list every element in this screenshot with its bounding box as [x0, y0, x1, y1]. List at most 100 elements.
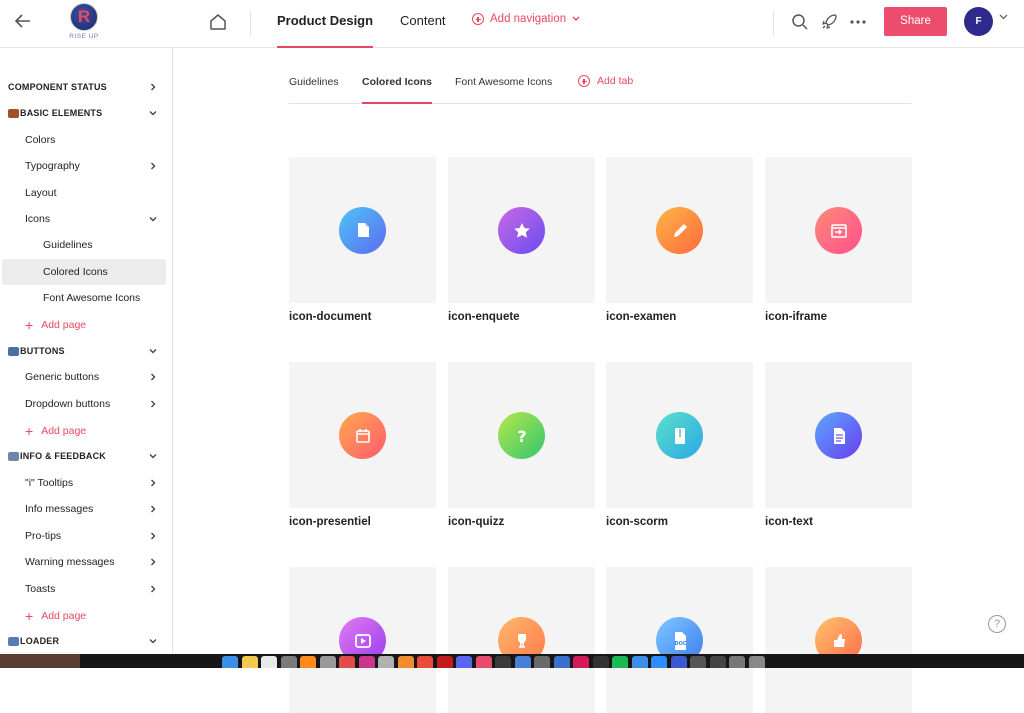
- sidebar-item[interactable]: Layout: [2, 180, 166, 206]
- home-icon[interactable]: [207, 11, 229, 33]
- add-page-button[interactable]: + Add page: [2, 312, 166, 338]
- icon-card[interactable]: [765, 362, 912, 508]
- icon-card[interactable]: [289, 567, 436, 713]
- sidebar-section[interactable]: LOADER: [2, 628, 166, 654]
- sidebar-item[interactable]: Colored Icons: [2, 259, 166, 285]
- icon-card[interactable]: [448, 157, 595, 303]
- icon-card-name: icon-scorm: [606, 516, 668, 528]
- icon-card-name: icon-iframe: [765, 311, 827, 323]
- sidebar-item[interactable]: Colors: [2, 127, 166, 153]
- icon-card[interactable]: [765, 567, 912, 713]
- dock-app-icon[interactable]: [534, 656, 550, 668]
- sidebar-item-label: Add page: [41, 319, 87, 331]
- icon-card[interactable]: ?: [448, 362, 595, 508]
- dock-app-icon[interactable]: [261, 656, 277, 668]
- icon-card-name: icon-quizz: [448, 516, 505, 528]
- tab-product-design[interactable]: Product Design: [277, 0, 374, 48]
- dock-app-icon[interactable]: [456, 656, 472, 668]
- dock-app-icon[interactable]: [631, 656, 648, 668]
- rocket-icon[interactable]: [819, 12, 839, 32]
- sidebar-item[interactable]: Warning messages: [2, 549, 166, 575]
- more-icon[interactable]: [848, 12, 868, 32]
- chevron-right-icon: [151, 479, 156, 487]
- tab-font-awesome-icons[interactable]: Font Awesome Icons: [455, 76, 552, 102]
- search-icon[interactable]: [790, 12, 810, 32]
- sidebar-item[interactable]: Icons: [2, 206, 166, 232]
- dock-app-icon[interactable]: [397, 656, 414, 668]
- chevron-right-icon: [151, 558, 156, 566]
- back-arrow-icon[interactable]: [12, 10, 34, 32]
- chevron-down-icon[interactable]: [999, 14, 1008, 20]
- sidebar-item[interactable]: Typography: [2, 153, 166, 179]
- sidebar-section[interactable]: BUTTONS: [2, 338, 166, 364]
- sidebar-item-label: Generic buttons: [25, 371, 100, 383]
- cd-emoji-icon: [8, 636, 19, 646]
- sidebar-item[interactable]: Toasts: [2, 576, 166, 602]
- dock-app-icon[interactable]: [339, 656, 355, 668]
- window-icon: [815, 207, 862, 254]
- dock-app-icon[interactable]: [319, 656, 336, 668]
- dock-app-icon[interactable]: [475, 656, 492, 668]
- add-page-button[interactable]: + Add page: [2, 603, 166, 629]
- dock-app-icon[interactable]: [495, 656, 511, 668]
- icon-card[interactable]: DOC: [606, 567, 753, 713]
- dock-app-icon[interactable]: [436, 656, 453, 668]
- chevron-right-icon: [151, 373, 156, 381]
- help-icon[interactable]: ?: [988, 615, 1006, 633]
- add-page-button[interactable]: + Add page: [2, 418, 166, 444]
- chevron-down-icon: [149, 454, 157, 459]
- icon-card[interactable]: [448, 567, 595, 713]
- add-tab-button[interactable]: Add tab: [578, 75, 633, 87]
- tab-guidelines[interactable]: Guidelines: [289, 76, 339, 102]
- plus-icon: +: [25, 608, 34, 624]
- dock-app-icon[interactable]: [573, 656, 589, 668]
- dock-app-icon[interactable]: [280, 656, 297, 668]
- sidebar-section[interactable]: INFO & FEEDBACK: [2, 443, 166, 469]
- chevron-right-icon: [151, 585, 156, 593]
- sidebar-section[interactable]: COMPONENT STATUS: [2, 74, 166, 100]
- dock-app-icon[interactable]: [553, 656, 570, 668]
- dock-app-icon[interactable]: [729, 656, 745, 668]
- tab-colored-icons[interactable]: Colored Icons: [362, 76, 433, 104]
- icon-card[interactable]: [606, 362, 753, 508]
- tab-content[interactable]: Content: [400, 0, 446, 46]
- sidebar-item[interactable]: "i" Tooltips: [2, 470, 166, 496]
- dock-app-icon[interactable]: [612, 656, 628, 668]
- dock-app-icon[interactable]: [241, 656, 258, 668]
- dock-app-icon[interactable]: [417, 656, 433, 668]
- dock-app-icon[interactable]: [690, 656, 706, 668]
- sidebar-item-label: Add page: [41, 425, 87, 437]
- chevron-down-icon: [572, 16, 580, 21]
- logo[interactable]: R RISE UP: [62, 3, 106, 40]
- icon-card[interactable]: [289, 362, 436, 508]
- dock-app-icon[interactable]: [709, 656, 726, 668]
- dock-app-icon[interactable]: [222, 656, 238, 668]
- dock-app-icon[interactable]: [651, 656, 667, 668]
- sidebar-section[interactable]: BASIC ELEMENTS: [2, 100, 166, 126]
- sidebar-item[interactable]: Font Awesome Icons: [2, 285, 166, 311]
- dock-app-icon[interactable]: [514, 656, 531, 668]
- avatar[interactable]: F: [964, 7, 993, 36]
- sidebar-item-label: Dropdown buttons: [25, 398, 111, 410]
- sidebar-item[interactable]: Generic buttons: [2, 364, 166, 390]
- icon-card[interactable]: [765, 157, 912, 303]
- dock-app-icon[interactable]: [592, 656, 609, 668]
- dock-app-icon[interactable]: [670, 656, 687, 668]
- logo-text: RISE UP: [69, 33, 99, 40]
- share-button[interactable]: Share: [884, 7, 947, 36]
- desktop-thumbnail: [0, 654, 80, 668]
- logo-mark: R: [70, 3, 98, 31]
- sidebar-item[interactable]: Guidelines: [2, 232, 166, 258]
- dock-app-icon[interactable]: [300, 656, 316, 668]
- sidebar-item[interactable]: Info messages: [2, 496, 166, 522]
- add-navigation-button[interactable]: Add navigation: [472, 13, 580, 25]
- sidebar-item[interactable]: Pro-tips: [2, 523, 166, 549]
- icon-card[interactable]: [289, 157, 436, 303]
- dock-app-icon[interactable]: [748, 656, 765, 668]
- dock-app-icon[interactable]: [358, 656, 375, 668]
- icon-card-name: icon-examen: [606, 311, 677, 323]
- icon-card[interactable]: [606, 157, 753, 303]
- dock-app-icon[interactable]: [378, 656, 394, 668]
- sidebar-item-label: LOADER: [20, 636, 60, 646]
- sidebar-item[interactable]: Dropdown buttons: [2, 391, 166, 417]
